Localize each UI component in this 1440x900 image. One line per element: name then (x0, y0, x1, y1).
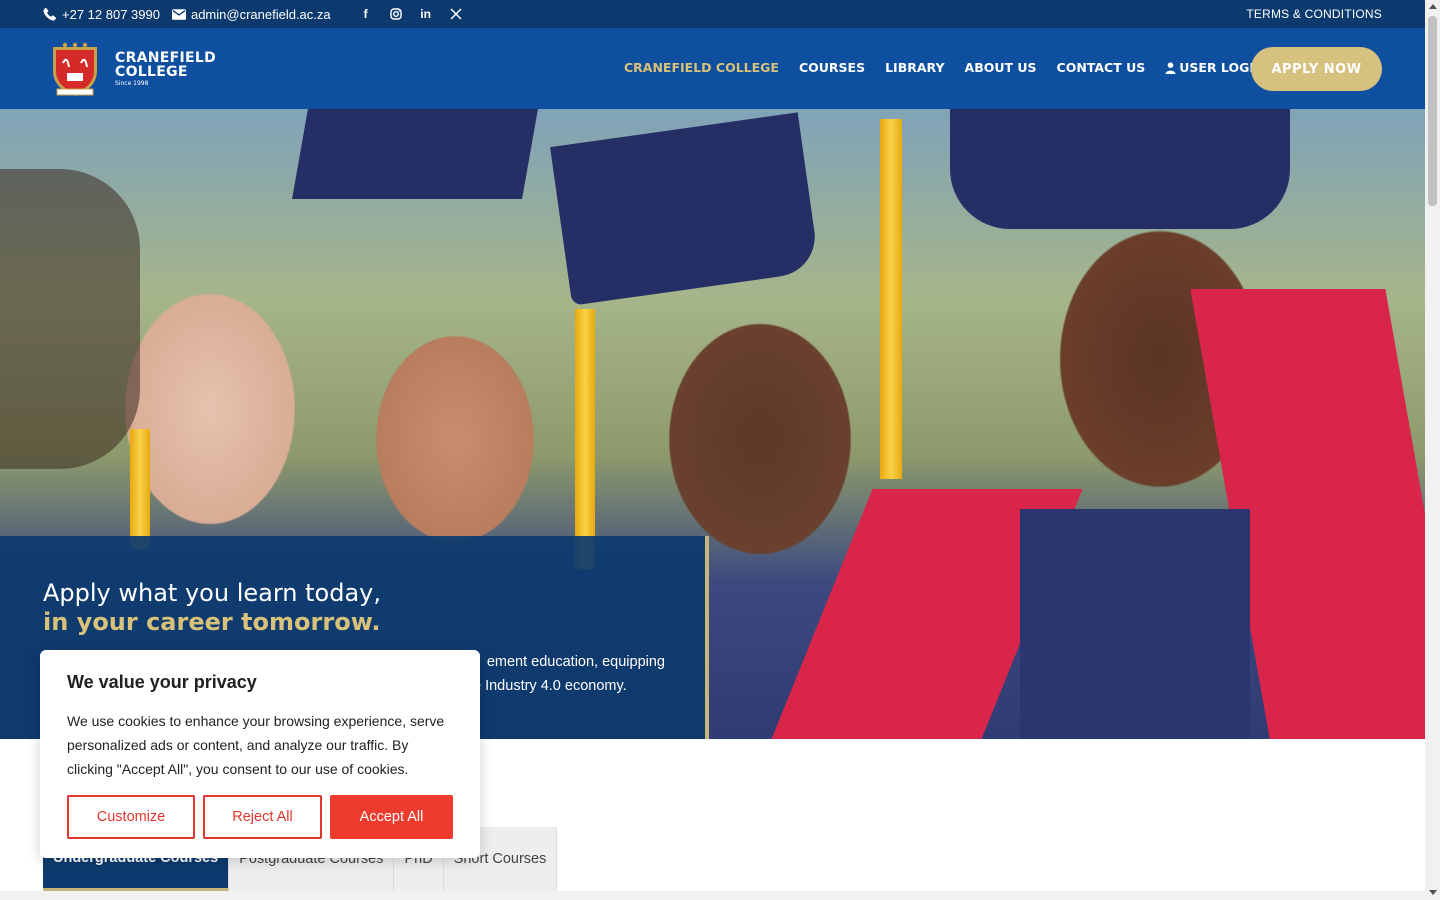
customize-button[interactable]: Customize (67, 795, 195, 839)
nav-item-contact-us[interactable]: CONTACT US (1057, 60, 1146, 75)
nav-item-library[interactable]: LIBRARY (885, 60, 944, 75)
instagram-icon[interactable] (381, 8, 411, 20)
email-address: admin@cranefield.ac.za (190, 6, 331, 22)
nav-item-about-us[interactable]: ABOUT US (965, 60, 1037, 75)
user-icon (1165, 61, 1176, 74)
college-logo[interactable]: CRANEFIELD COLLEGE Since 1998 (49, 41, 216, 97)
social-links: f in (351, 7, 471, 21)
terms-link[interactable]: TERMS & CONDITIONS (1246, 7, 1382, 21)
email-contact[interactable]: admin@cranefield.ac.za (171, 6, 331, 22)
cookie-body: We use cookies to enhance your browsing … (67, 713, 445, 777)
envelope-icon (171, 8, 186, 20)
phone-contact[interactable]: +27 12 807 3990 (43, 7, 160, 22)
crest-icon (53, 42, 97, 96)
hero-title-line2: in your career tomorrow. (43, 608, 381, 636)
nav-menu: CRANEFIELD COLLEGE COURSES LIBRARY ABOUT… (624, 60, 1284, 75)
main-navbar: CRANEFIELD COLLEGE Since 1998 CRANEFIELD… (0, 28, 1425, 109)
top-bar: +27 12 807 3990 admin@cranefield.ac.za f… (0, 0, 1425, 28)
linkedin-icon[interactable]: in (411, 7, 441, 21)
logo-since: Since 1998 (115, 79, 149, 87)
reject-all-button[interactable]: Reject All (203, 795, 322, 839)
accept-all-button[interactable]: Accept All (330, 795, 453, 839)
apply-now-button[interactable]: APPLY NOW (1251, 47, 1382, 91)
logo-line2: COLLEGE (115, 63, 188, 80)
nav-item-user-login[interactable]: USER LOGIN (1165, 60, 1264, 75)
scrollbar-thumb[interactable] (1428, 16, 1437, 206)
cookie-title: We value your privacy (67, 672, 257, 692)
x-twitter-icon[interactable] (441, 8, 471, 20)
cookie-actions: Customize Reject All Accept All (67, 795, 453, 839)
nav-item-courses[interactable]: COURSES (799, 60, 865, 75)
section-divider (0, 891, 1425, 900)
phone-icon (43, 7, 57, 21)
hero-title-line1: Apply what you learn today, (43, 579, 381, 607)
scroll-down-arrow-icon[interactable] (1429, 890, 1437, 895)
hero-title: Apply what you learn today, in your care… (43, 579, 381, 637)
nav-item-cranefield-college[interactable]: CRANEFIELD COLLEGE (624, 60, 779, 75)
phone-number: +27 12 807 3990 (62, 6, 160, 22)
scroll-up-arrow-icon[interactable] (1429, 4, 1437, 9)
page-scrollbar[interactable] (1425, 0, 1440, 900)
cookie-consent-dialog: We value your privacy We use cookies to … (40, 650, 480, 858)
hero-banner: Apply what you learn today, in your care… (0, 109, 1425, 739)
logo-line1: CRANEFIELD (115, 49, 217, 66)
facebook-icon[interactable]: f (351, 7, 381, 21)
